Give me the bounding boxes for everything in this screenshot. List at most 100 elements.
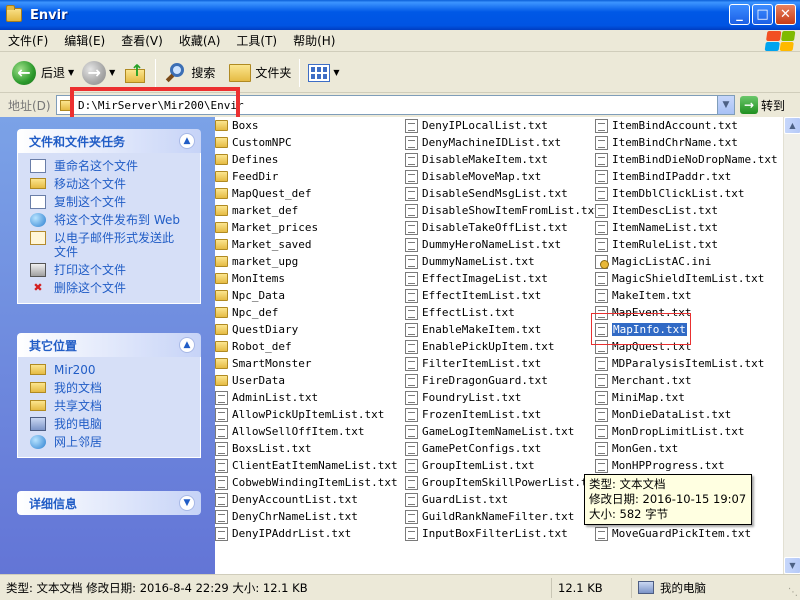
file-item[interactable]: GuardList.txt [405,491,601,508]
file-item[interactable]: UserData [215,372,398,389]
file-item[interactable]: InputBoxFilterList.txt [405,525,601,542]
file-item[interactable]: ItemBindDieNoDropName.txt [595,151,778,168]
file-item[interactable]: ClientEatItemNameList.txt [215,457,398,474]
views-button[interactable]: ▼ [304,56,343,90]
file-item[interactable]: FireDragonGuard.txt [405,372,601,389]
file-item[interactable]: Market_prices [215,219,398,236]
forward-dropdown-icon[interactable]: ▼ [109,68,115,77]
file-item[interactable]: MDParalysisItemList.txt [595,355,778,372]
file-item[interactable]: DenyMachineIDList.txt [405,134,601,151]
file-item[interactable]: Npc_def [215,304,398,321]
go-button[interactable]: → 转到 [740,95,785,115]
file-item[interactable]: DenyIPAddrList.txt [215,525,398,542]
up-button[interactable]: ↑ [119,56,151,90]
task-move[interactable]: 移动这个文件 [18,175,200,193]
file-item[interactable]: GroupItemList.txt [405,457,601,474]
resize-grip-icon[interactable]: ⋱ [788,587,798,598]
file-item[interactable]: Npc_Data [215,287,398,304]
file-item[interactable]: DisableShowItemFromList.txt [405,202,601,219]
views-dropdown-icon[interactable]: ▼ [333,68,339,77]
place-my-computer[interactable]: 我的电脑 [18,415,200,433]
file-item[interactable]: DisableSendMsgList.txt [405,185,601,202]
place-shared-documents[interactable]: 共享文档 [18,397,200,415]
expand-chevron-icon[interactable]: ▼ [179,495,195,511]
file-item[interactable]: market_upg [215,253,398,270]
file-item[interactable]: DummyHeroNameList.txt [405,236,601,253]
scroll-up-icon[interactable]: ▲ [784,117,800,134]
menu-tools[interactable]: 工具(T) [228,32,285,49]
other-places-header[interactable]: 其它位置 ▲ [17,333,201,357]
file-item[interactable]: AllowPickUpItemList.txt [215,406,398,423]
file-item[interactable]: MonGen.txt [595,440,778,457]
file-item[interactable]: CobwebWindingItemList.txt [215,474,398,491]
file-item[interactable]: DenyIPLocalList.txt [405,117,601,134]
vertical-scrollbar[interactable]: ▲ ▼ [783,117,800,574]
file-item[interactable]: FilterItemList.txt [405,355,601,372]
file-item[interactable]: GuildRankNameFilter.txt [405,508,601,525]
file-item[interactable]: MonHPProgress.txt [595,457,778,474]
menu-favorites[interactable]: 收藏(A) [171,32,229,49]
file-item[interactable]: MiniMap.txt [595,389,778,406]
file-item[interactable]: MonDropLimitList.txt [595,423,778,440]
task-print[interactable]: 打印这个文件 [18,261,200,279]
file-item[interactable]: ItemBindIPaddr.txt [595,168,778,185]
scroll-down-icon[interactable]: ▼ [784,557,800,574]
file-item[interactable]: MapInfo.txt [595,321,778,338]
details-header[interactable]: 详细信息 ▼ [17,491,201,515]
file-item[interactable]: GroupItemSkillPowerList.txt [405,474,601,491]
file-item[interactable]: Robot_def [215,338,398,355]
file-item[interactable]: EnablePickUpItem.txt [405,338,601,355]
task-delete[interactable]: ✖ 删除这个文件 [18,279,200,297]
file-item[interactable]: Market_saved [215,236,398,253]
file-item[interactable]: FrozenItemList.txt [405,406,601,423]
file-item[interactable]: ItemRuleList.txt [595,236,778,253]
back-button[interactable]: ← 后退 ▼ [8,56,78,90]
file-item[interactable]: MoveGuardPickItem.txt [595,525,778,542]
task-email[interactable]: 以电子邮件形式发送此文件 [18,229,200,261]
file-item[interactable]: Merchant.txt [595,372,778,389]
file-item[interactable]: BoxsList.txt [215,440,398,457]
file-item[interactable]: FeedDir [215,168,398,185]
file-item[interactable]: MapQuest_def [215,185,398,202]
file-item[interactable]: GamePetConfigs.txt [405,440,601,457]
file-item[interactable]: ItemBindAccount.txt [595,117,778,134]
file-item[interactable]: EffectImageList.txt [405,270,601,287]
back-dropdown-icon[interactable]: ▼ [68,68,74,77]
file-item[interactable]: DummyNameList.txt [405,253,601,270]
maximize-button[interactable]: □ [752,4,773,25]
address-input[interactable]: D:\MirServer\Mir200\Envir ▼ [56,95,735,115]
file-item[interactable]: ItemDblClickList.txt [595,185,778,202]
collapse-chevron-icon[interactable]: ▲ [179,337,195,353]
forward-button[interactable]: → ▼ [78,56,119,90]
file-item[interactable]: MapQuest.txt [595,338,778,355]
file-item[interactable]: MagicListAC.ini [595,253,778,270]
file-item[interactable]: FoundryList.txt [405,389,601,406]
file-item[interactable]: Boxs [215,117,398,134]
place-my-documents[interactable]: 我的文档 [18,379,200,397]
task-rename[interactable]: 重命名这个文件 [18,157,200,175]
minimize-button[interactable]: _ [729,4,750,25]
file-item[interactable]: DisableTakeOffList.txt [405,219,601,236]
menu-help[interactable]: 帮助(H) [285,32,343,49]
task-publish-web[interactable]: 将这个文件发布到 Web [18,211,200,229]
file-item[interactable]: GameLogItemNameList.txt [405,423,601,440]
file-item[interactable]: MonDieDataList.txt [595,406,778,423]
file-item[interactable]: SmartMonster [215,355,398,372]
file-item[interactable]: DenyAccountList.txt [215,491,398,508]
file-item[interactable]: DisableMakeItem.txt [405,151,601,168]
file-item[interactable]: MapEvent.txt [595,304,778,321]
close-button[interactable]: ✕ [775,4,796,25]
menu-view[interactable]: 查看(V) [113,32,171,49]
file-item[interactable]: DenyChrNameList.txt [215,508,398,525]
file-item[interactable]: DisableMoveMap.txt [405,168,601,185]
file-tasks-header[interactable]: 文件和文件夹任务 ▲ [17,129,201,153]
file-item[interactable]: AdminList.txt [215,389,398,406]
menu-edit[interactable]: 编辑(E) [56,32,113,49]
title-bar[interactable]: Envir _ □ ✕ [0,0,800,30]
file-item[interactable]: QuestDiary [215,321,398,338]
file-item[interactable]: ItemNameList.txt [595,219,778,236]
task-copy[interactable]: 复制这个文件 [18,193,200,211]
file-item[interactable]: Defines [215,151,398,168]
file-item[interactable]: MakeItem.txt [595,287,778,304]
collapse-chevron-icon[interactable]: ▲ [179,133,195,149]
